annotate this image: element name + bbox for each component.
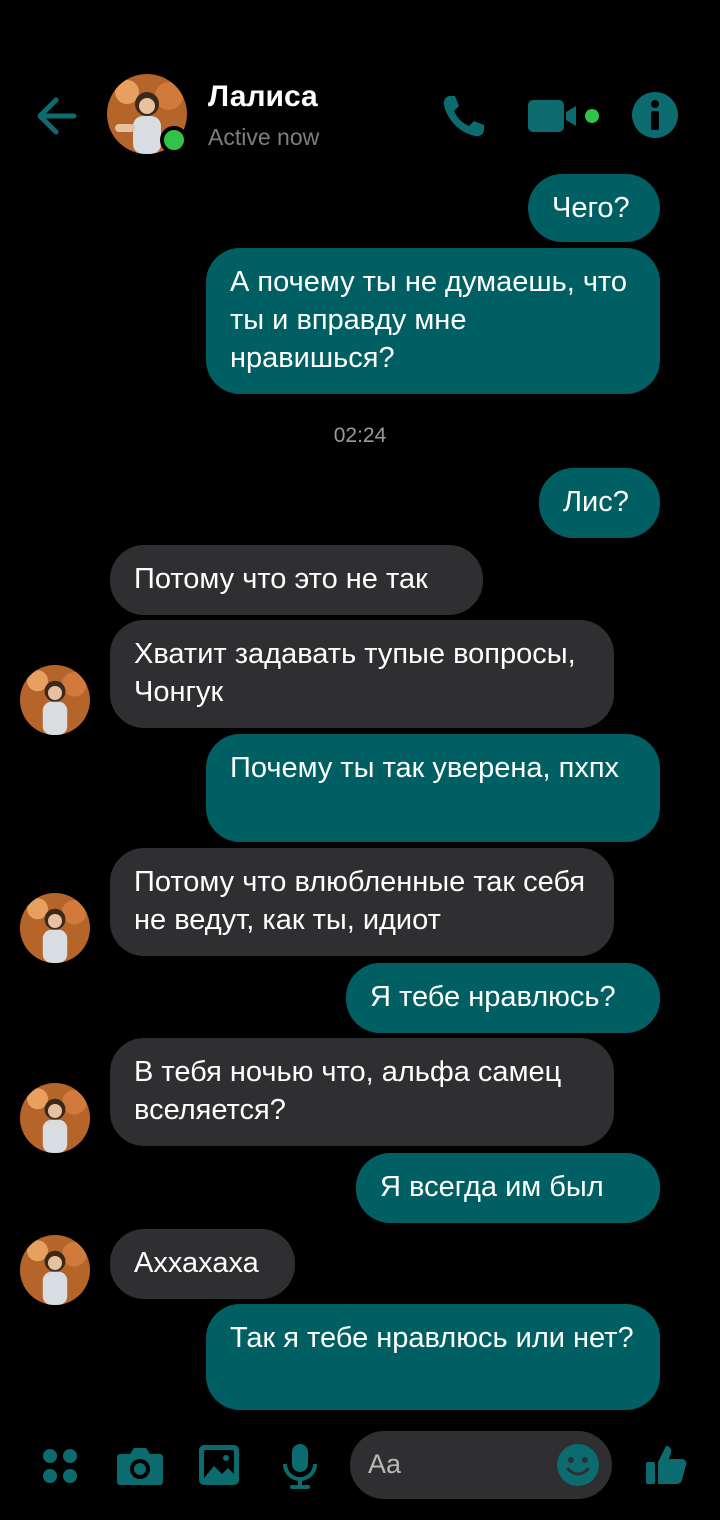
contact-name[interactable]: Лалиса xyxy=(208,80,318,114)
avatar xyxy=(20,893,90,963)
message-incoming[interactable]: Аххахаха xyxy=(110,1229,295,1299)
thumbs-up-icon[interactable] xyxy=(644,1442,688,1486)
message-incoming[interactable]: В тебя ночью что, альфа самец вселяется? xyxy=(110,1038,614,1146)
message-incoming[interactable]: Потому что это не так xyxy=(110,545,483,615)
avatar xyxy=(20,1235,90,1305)
message-input[interactable]: Aa xyxy=(350,1431,612,1499)
image-icon[interactable] xyxy=(198,1444,240,1486)
message-outgoing[interactable]: Почему ты так уверена, пхпх xyxy=(206,734,660,842)
message-outgoing[interactable]: А почему ты не думаешь, что ты и вправду… xyxy=(206,248,660,394)
microphone-icon[interactable] xyxy=(280,1442,320,1490)
info-icon[interactable] xyxy=(630,90,680,140)
online-indicator xyxy=(160,126,188,154)
message-incoming[interactable]: Хватит задавать тупые вопросы, Чонгук xyxy=(110,620,614,728)
video-icon[interactable] xyxy=(526,94,602,138)
active-status: Active now xyxy=(208,124,320,150)
chat-header: Лалиса Active now xyxy=(0,60,720,170)
message-outgoing[interactable]: Я всегда им был xyxy=(356,1153,660,1223)
avatar xyxy=(20,665,90,735)
phone-icon[interactable] xyxy=(438,90,490,142)
avatar xyxy=(20,1083,90,1153)
message-outgoing[interactable]: Лис? xyxy=(539,468,660,538)
input-placeholder: Aa xyxy=(368,1449,402,1479)
emoji-icon[interactable] xyxy=(556,1443,600,1487)
back-arrow-icon[interactable] xyxy=(30,90,82,142)
message-incoming[interactable]: Потому что влюбленные так себя не ведут,… xyxy=(110,848,614,956)
message-composer: Aa xyxy=(0,1420,720,1520)
apps-icon[interactable] xyxy=(40,1446,80,1486)
camera-icon[interactable] xyxy=(116,1444,164,1486)
message-outgoing[interactable]: Чего? xyxy=(528,174,660,242)
message-outgoing[interactable]: Так я тебе нравлюсь или нет? xyxy=(206,1304,660,1410)
timestamp: 02:24 xyxy=(333,424,387,447)
message-outgoing[interactable]: Я тебе нравлюсь? xyxy=(346,963,660,1033)
